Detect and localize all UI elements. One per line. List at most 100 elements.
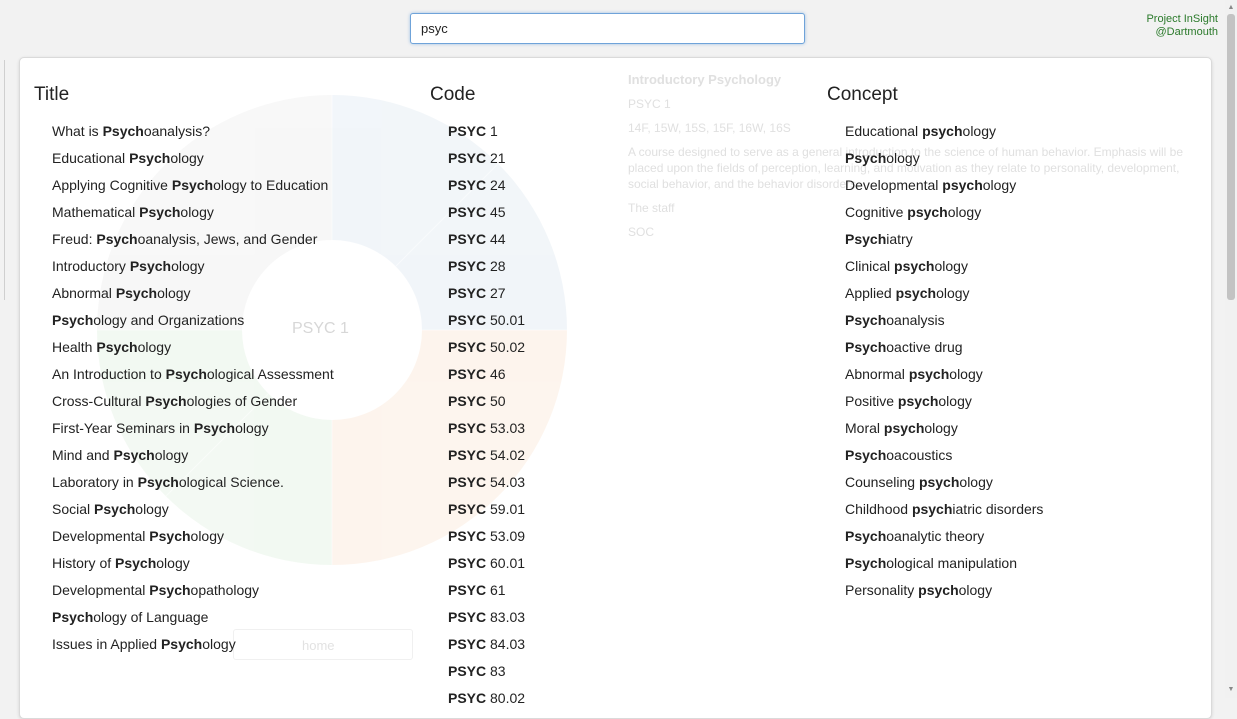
result-text-pre: Personality (845, 582, 919, 598)
code-result-item[interactable]: PSYC 83.03 (448, 604, 525, 631)
code-results-list: PSYC 1 PSYC 21 PSYC 24 PSYC 45 PSYC 44 PSYC 2… (448, 118, 525, 712)
result-text-post: ology (156, 555, 190, 571)
concept-result-item[interactable]: Moral psychology (845, 415, 1043, 442)
code-result-item[interactable]: PSYC 59.01 (448, 496, 525, 523)
code-result-item[interactable]: PSYC 83 (448, 658, 525, 685)
title-result-item[interactable]: Issues in Applied Psychology (52, 631, 334, 658)
code-result-item[interactable]: PSYC 53.09 (448, 523, 525, 550)
result-text-post: ology (949, 366, 983, 382)
result-text-post: ology (170, 150, 204, 166)
title-result-item[interactable]: Freud: Psychoanalysis, Jews, and Gender (52, 226, 334, 253)
concept-result-item[interactable]: Positive psychology (845, 388, 1043, 415)
detail-title: Introductory Psychology (628, 72, 782, 87)
title-result-item[interactable]: Laboratory in Psychological Science. (52, 469, 334, 496)
result-text-post: 80.02 (486, 690, 526, 706)
result-text-pre: Social (52, 501, 95, 517)
result-text-pre: Freud: (52, 231, 97, 247)
scroll-down-arrow-icon[interactable]: ▼ (1225, 686, 1237, 694)
concept-result-item[interactable]: Applied psychology (845, 280, 1043, 307)
scroll-up-arrow-icon[interactable]: ▲ (1225, 4, 1237, 12)
concept-results-list: Educational psychology Psychology Developm… (845, 118, 1043, 604)
code-result-item[interactable]: PSYC 27 (448, 280, 525, 307)
code-result-item[interactable]: PSYC 44 (448, 226, 525, 253)
concept-result-item[interactable]: Clinical psychology (845, 253, 1043, 280)
result-text-post: ology (959, 474, 993, 490)
result-text-post: ological manipulation (886, 555, 1018, 571)
scroll-thumb[interactable] (1227, 14, 1235, 300)
code-result-item[interactable]: PSYC 50 (448, 388, 525, 415)
title-result-item[interactable]: Mind and Psychology (52, 442, 334, 469)
code-result-item[interactable]: PSYC 80.02 (448, 685, 525, 712)
result-text-pre: Educational (845, 123, 923, 139)
title-result-item[interactable]: What is Psychoanalysis? (52, 118, 334, 145)
code-result-item[interactable]: PSYC 84.03 (448, 631, 525, 658)
result-match-highlight: Psych (145, 393, 187, 409)
concept-result-item[interactable]: Abnormal psychology (845, 361, 1043, 388)
title-result-item[interactable]: Social Psychology (52, 496, 334, 523)
title-result-item[interactable]: Abnormal Psychology (52, 280, 334, 307)
concept-result-item[interactable]: Personality psychology (845, 577, 1043, 604)
concept-result-item[interactable]: Educational psychology (845, 118, 1043, 145)
result-match-highlight: PSYC (448, 123, 487, 139)
title-result-item[interactable]: An Introduction to Psychological Assessm… (52, 361, 334, 388)
code-result-item[interactable]: PSYC 46 (448, 361, 525, 388)
title-result-item[interactable]: Psychology of Language (52, 604, 334, 631)
concept-result-item[interactable]: Psychoacoustics (845, 442, 1043, 469)
search-input[interactable] (410, 13, 805, 44)
title-result-item[interactable]: Introductory Psychology (52, 253, 334, 280)
result-text-post: oanalysis? (143, 123, 210, 139)
title-result-item[interactable]: Cross-Cultural Psychologies of Gender (52, 388, 334, 415)
code-result-item[interactable]: PSYC 61 (448, 577, 525, 604)
result-text-post: 45 (486, 204, 506, 220)
result-text-post: ology (171, 258, 205, 274)
result-text-post: ology (190, 528, 224, 544)
code-result-item[interactable]: PSYC 1 (448, 118, 525, 145)
result-match-highlight: Psych (845, 150, 887, 166)
code-result-item[interactable]: PSYC 54.02 (448, 442, 525, 469)
code-result-item[interactable]: PSYC 50.02 (448, 334, 525, 361)
concept-result-item[interactable]: Counseling psychology (845, 469, 1043, 496)
code-result-item[interactable]: PSYC 54.03 (448, 469, 525, 496)
code-result-item[interactable]: PSYC 50.01 (448, 307, 525, 334)
brand-label[interactable]: Project InSight @Dartmouth (1100, 13, 1218, 39)
page-scrollbar[interactable]: ▲ ▼ (1225, 0, 1237, 698)
concept-result-item[interactable]: Psychoanalysis (845, 307, 1043, 334)
result-text-post: ology (936, 285, 970, 301)
title-result-item[interactable]: Educational Psychology (52, 145, 334, 172)
result-text-pre: Developmental (52, 582, 150, 598)
result-text-pre: What is (52, 123, 103, 139)
title-result-item[interactable]: Developmental Psychology (52, 523, 334, 550)
concept-result-item[interactable]: Developmental psychology (845, 172, 1043, 199)
title-result-item[interactable]: Psychology and Organizations (52, 307, 334, 334)
title-result-item[interactable]: Mathematical Psychology (52, 199, 334, 226)
code-result-item[interactable]: PSYC 28 (448, 253, 525, 280)
concept-result-item[interactable]: Psychiatry (845, 226, 1043, 253)
result-text-post: ology (886, 150, 920, 166)
concept-result-item[interactable]: Psychoanalytic theory (845, 523, 1043, 550)
result-match-highlight: Psych (149, 582, 191, 598)
code-result-item[interactable]: PSYC 24 (448, 172, 525, 199)
title-column-heading: Title (34, 84, 70, 105)
result-text-post: ologies of Gender (186, 393, 298, 409)
title-result-item[interactable]: First-Year Seminars in Psychology (52, 415, 334, 442)
code-result-item[interactable]: PSYC 53.03 (448, 415, 525, 442)
result-match-highlight: PSYC (448, 582, 487, 598)
concept-result-item[interactable]: Psychoactive drug (845, 334, 1043, 361)
title-result-item[interactable]: History of Psychology (52, 550, 334, 577)
result-text-pre: An Introduction to (52, 366, 166, 382)
result-match-highlight: Psych (845, 528, 887, 544)
concept-result-item[interactable]: Cognitive psychology (845, 199, 1043, 226)
concept-result-item[interactable]: Psychology (845, 145, 1043, 172)
concept-result-item[interactable]: Childhood psychiatric disorders (845, 496, 1043, 523)
title-result-item[interactable]: Developmental Psychopathology (52, 577, 334, 604)
result-text-post: 59.01 (486, 501, 526, 517)
code-result-item[interactable]: PSYC 60.01 (448, 550, 525, 577)
result-text-pre: Mind and (52, 447, 114, 463)
result-text-pre: Introductory (52, 258, 130, 274)
title-result-item[interactable]: Health Psychology (52, 334, 334, 361)
concept-result-item[interactable]: Psychological manipulation (845, 550, 1043, 577)
result-text-post: ology (938, 393, 972, 409)
code-result-item[interactable]: PSYC 45 (448, 199, 525, 226)
code-result-item[interactable]: PSYC 21 (448, 145, 525, 172)
title-result-item[interactable]: Applying Cognitive Psychology to Educati… (52, 172, 334, 199)
